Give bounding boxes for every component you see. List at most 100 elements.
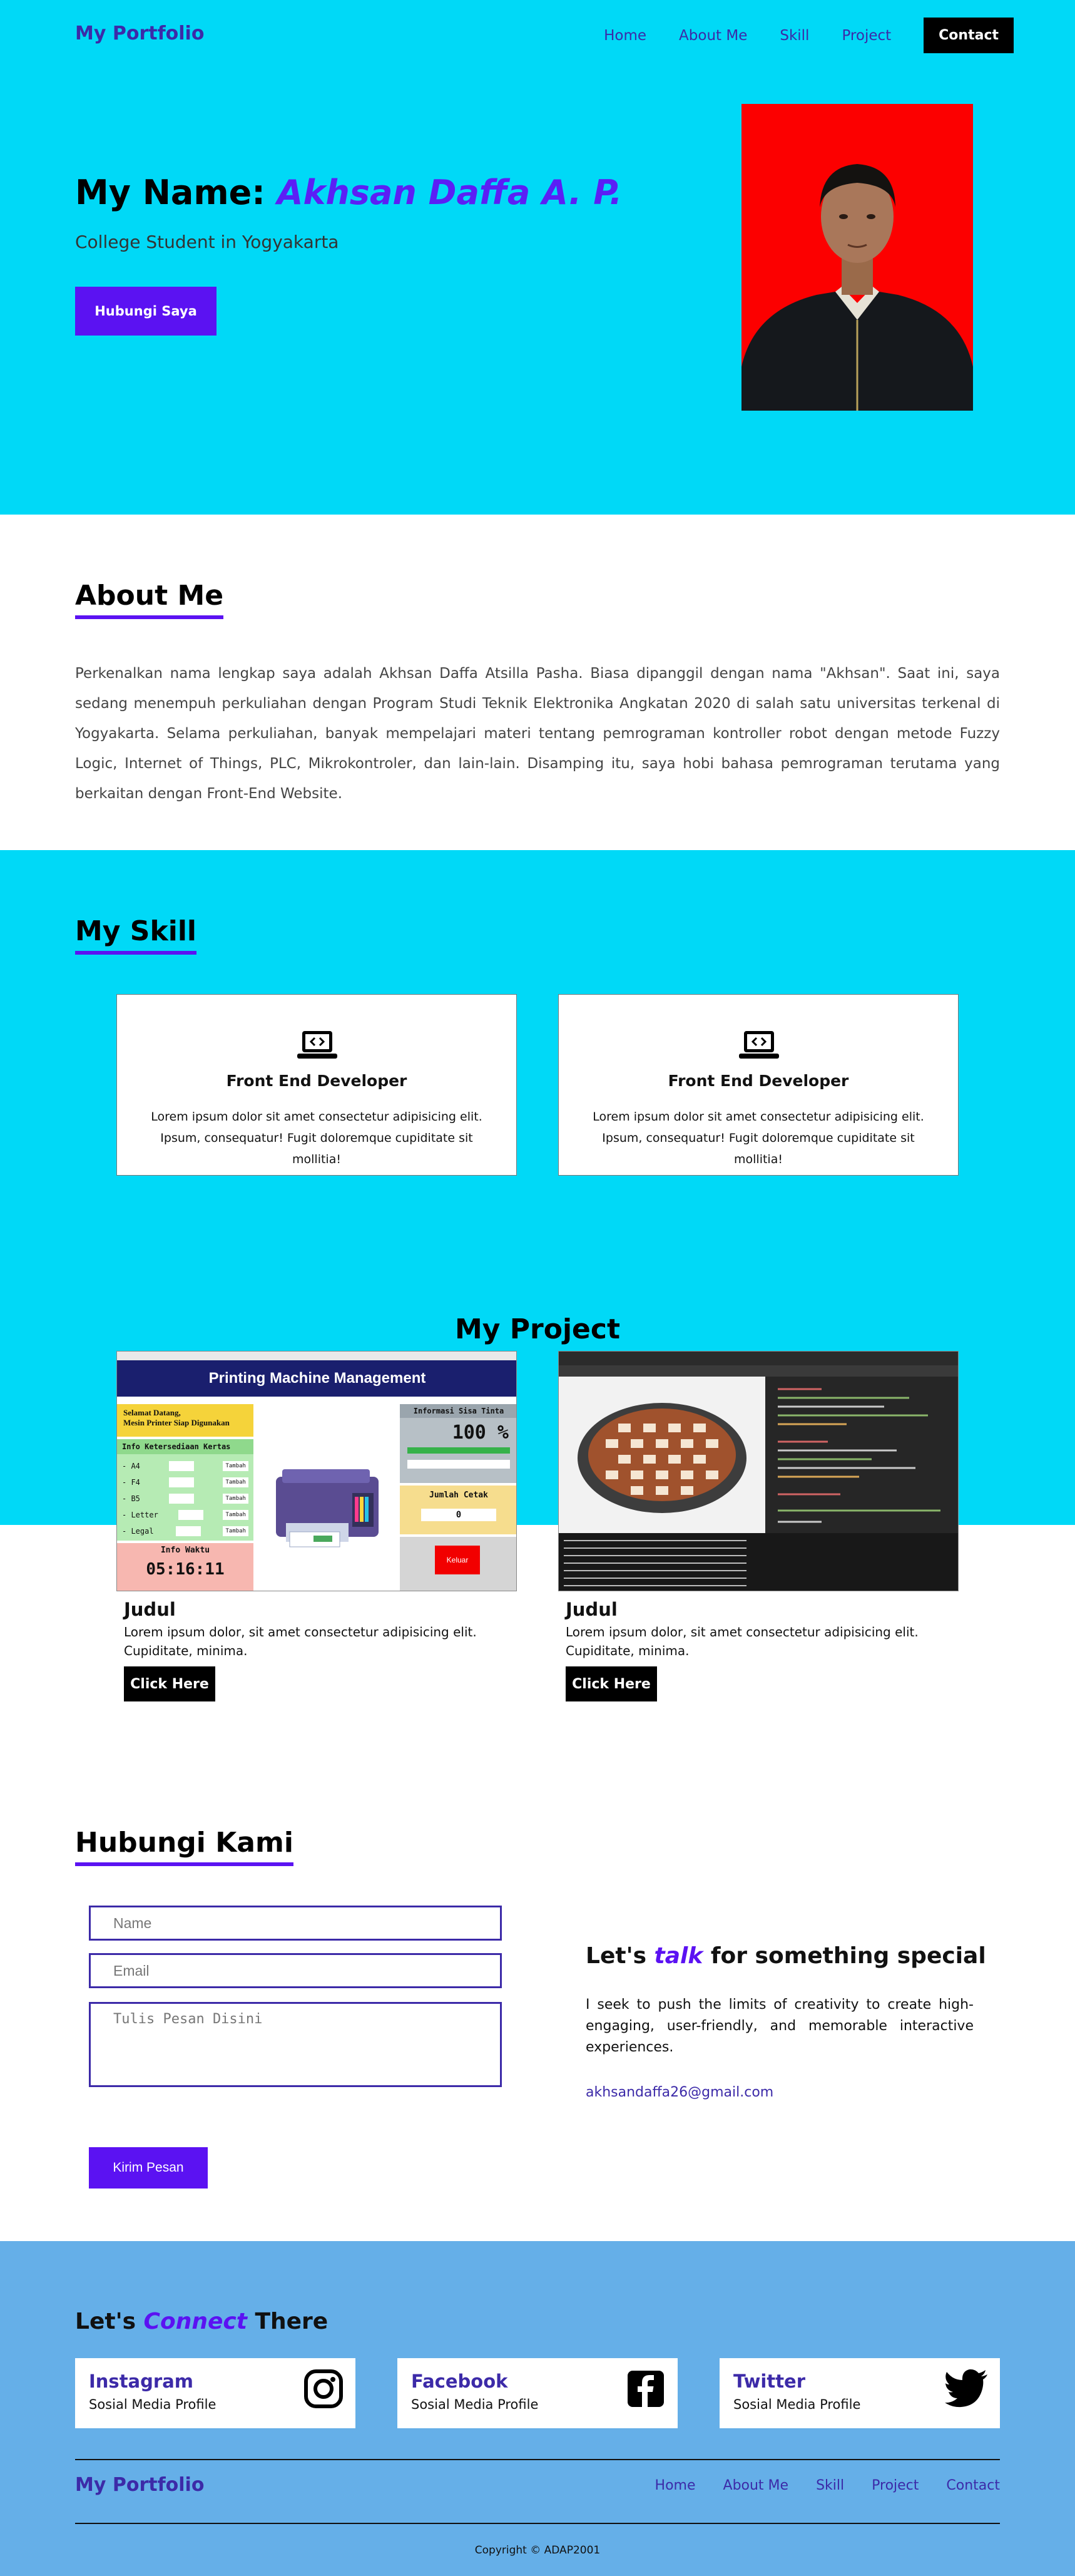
screen-time-title: Info Waktu <box>160 1546 210 1555</box>
screen-ink-title: Informasi Sisa Tinta <box>400 1404 516 1418</box>
screen-count-title: Jumlah Cetak <box>429 1491 488 1500</box>
skill-desc: Lorem ipsum dolor sit amet consectetur a… <box>593 1110 924 1166</box>
email-link[interactable]: akhsandaffa26@gmail.com <box>586 2085 773 2100</box>
name-input[interactable]: Name <box>89 1906 502 1941</box>
footer-link-home[interactable]: Home <box>655 2478 696 2493</box>
hero-title: My Name: Akhsan Daffa A. P. <box>75 173 622 212</box>
footer-link-about[interactable]: About Me <box>723 2478 789 2493</box>
profile-photo <box>741 104 973 411</box>
laptop-code-icon <box>297 1031 337 1059</box>
footer-title-prefix: Let's <box>75 2309 144 2334</box>
about-section: About Me Perkenalkan nama lengkap saya a… <box>0 515 1075 850</box>
cta-prefix: Let's <box>586 1943 655 1969</box>
screen-stock-title: Info Ketersediaan Kertas <box>117 1439 253 1454</box>
screen-time-value: 05:16:11 <box>146 1560 225 1579</box>
cta-emphasis: talk <box>654 1943 703 1969</box>
brand-logo[interactable]: My Portfolio <box>75 23 204 44</box>
footer-link-skill[interactable]: Skill <box>816 2478 844 2493</box>
footer-title-suffix: There <box>247 2309 329 2334</box>
twitter-icon <box>945 2369 987 2408</box>
project-title: Judul <box>124 1599 176 1620</box>
nav-home[interactable]: Home <box>604 28 646 44</box>
footer-title-emphasis: Connect <box>143 2309 247 2334</box>
about-text: Perkenalkan nama lengkap saya adalah Akh… <box>75 665 1000 802</box>
laptop-code-icon <box>739 1031 779 1059</box>
skill-heading: My Skill <box>75 915 196 955</box>
code-editor-illustration <box>559 1377 958 1591</box>
nav-skill[interactable]: Skill <box>780 28 809 44</box>
social-sub: Sosial Media Profile <box>733 2397 861 2412</box>
project-heading: My Project <box>455 1313 620 1345</box>
social-card-twitter[interactable]: Twitter Sosial Media Profile <box>720 2358 1000 2428</box>
skill-desc: Lorem ipsum dolor sit amet consectetur a… <box>151 1110 482 1166</box>
project-section: Printing Machine Management Selamat Data… <box>0 1351 1075 1827</box>
social-sub: Sosial Media Profile <box>411 2397 539 2412</box>
social-name: Instagram <box>89 2371 193 2392</box>
screen-add-button: Tambah <box>223 1494 248 1504</box>
project-card: Judul Lorem ipsum dolor, sit amet consec… <box>558 1351 959 1701</box>
footer-link-contact[interactable]: Contact <box>946 2478 1000 2493</box>
screen-welcome-2: Mesin Printer Siap Digunakan <box>123 1418 230 1427</box>
screen-size: - B5 <box>122 1494 140 1503</box>
about-heading: About Me <box>75 580 224 619</box>
project-desc: Lorem ipsum dolor, sit amet consectetur … <box>124 1624 477 1658</box>
screen-count-value: 0 <box>421 1509 496 1521</box>
nav-links: Home About Me Skill Project Contact <box>571 18 1014 53</box>
screen-add-button: Tambah <box>223 1526 248 1536</box>
navbar: My Portfolio Home About Me Skill Project… <box>0 0 1075 69</box>
email-input[interactable]: Email <box>89 1953 502 1988</box>
cta-text: I seek to push the limits of creativity … <box>586 1997 974 2055</box>
message-textarea[interactable]: Tulis Pesan Disini <box>89 2002 502 2087</box>
screen-size: - A4 <box>122 1462 140 1470</box>
screen-add-button: Tambah <box>223 1461 248 1471</box>
copyright: Copyright © ADAP2001 <box>474 2544 601 2557</box>
social-name: Facebook <box>411 2371 508 2392</box>
screen-add-button: Tambah <box>223 1477 248 1487</box>
footer-title: Let's Connect There <box>75 2309 328 2334</box>
skill-title: Front End Developer <box>668 1072 849 1090</box>
project-card: Printing Machine Management Selamat Data… <box>116 1351 517 1701</box>
hubungi-saya-button[interactable]: Hubungi Saya <box>75 287 217 336</box>
project-screenshot <box>558 1351 959 1591</box>
facebook-icon <box>628 2371 664 2407</box>
cta-title: Let's talk for something special <box>586 1943 986 1969</box>
footer-links: Home About Me Skill Project Contact <box>628 2478 1000 2493</box>
footer: Let's Connect There Instagram Sosial Med… <box>0 2241 1075 2576</box>
project-screenshot: Printing Machine Management Selamat Data… <box>116 1351 517 1591</box>
screen-ink-value: 100 % <box>452 1422 509 1444</box>
project-title: Judul <box>566 1599 618 1620</box>
screen-size: - Legal <box>122 1527 154 1536</box>
screen-exit-button: Keluar <box>435 1546 480 1574</box>
nav-project[interactable]: Project <box>842 28 891 44</box>
cta-suffix: for something special <box>703 1943 986 1969</box>
social-name: Twitter <box>733 2371 806 2392</box>
hero-subtitle: College Student in Yogyakarta <box>75 232 339 252</box>
kirim-pesan-button[interactable]: Kirim Pesan <box>89 2147 208 2189</box>
hero-name: Akhsan Daffa A. P. <box>277 173 623 212</box>
screen-welcome-1: Selamat Datang, <box>123 1408 181 1417</box>
printer-illustration <box>276 1469 379 1547</box>
footer-divider <box>75 2459 1000 2460</box>
click-here-button[interactable]: Click Here <box>124 1666 215 1701</box>
social-card-instagram[interactable]: Instagram Sosial Media Profile <box>75 2358 355 2428</box>
contact-heading: Hubungi Kami <box>75 1827 293 1866</box>
footer-link-project[interactable]: Project <box>872 2478 919 2493</box>
hero-title-prefix: My Name: <box>75 173 277 212</box>
screen-size: - Letter <box>122 1511 158 1519</box>
skill-title: Front End Developer <box>226 1072 407 1090</box>
skill-card: Front End Developer Lorem ipsum dolor si… <box>116 994 517 1176</box>
footer-divider <box>75 2523 1000 2524</box>
screen-add-button: Tambah <box>223 1510 248 1520</box>
screen-size: - F4 <box>122 1478 140 1487</box>
hero-section: My Portfolio Home About Me Skill Project… <box>0 0 1075 515</box>
skill-card: Front End Developer Lorem ipsum dolor si… <box>558 994 959 1176</box>
nav-contact-button[interactable]: Contact <box>924 18 1014 53</box>
instagram-icon <box>304 2369 343 2408</box>
footer-brand[interactable]: My Portfolio <box>75 2474 204 2496</box>
nav-about[interactable]: About Me <box>679 28 747 44</box>
project-desc: Lorem ipsum dolor, sit amet consectetur … <box>566 1624 919 1658</box>
social-card-facebook[interactable]: Facebook Sosial Media Profile <box>397 2358 678 2428</box>
contact-section: Hubungi Kami Name Email Tulis Pesan Disi… <box>0 1827 1075 2241</box>
click-here-button[interactable]: Click Here <box>566 1666 657 1701</box>
social-sub: Sosial Media Profile <box>89 2397 217 2412</box>
